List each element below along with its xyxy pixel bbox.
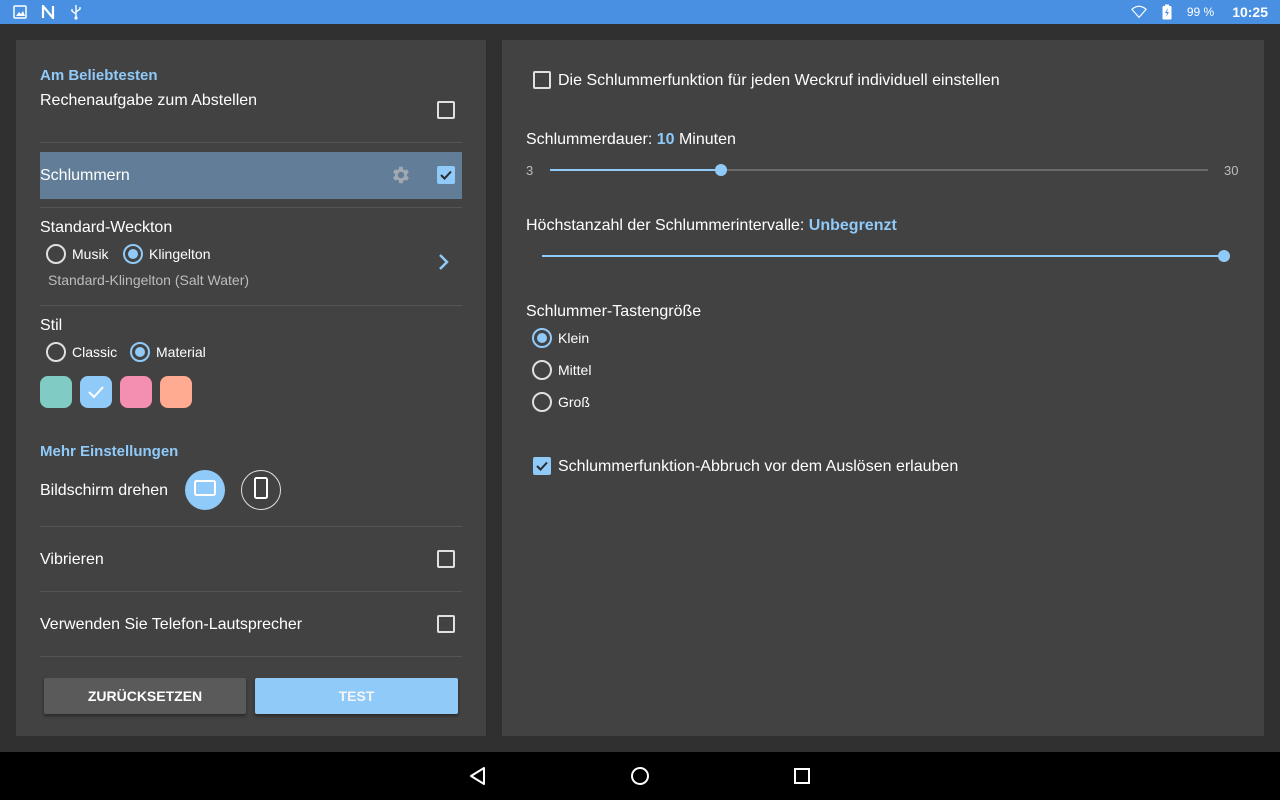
snooze-duration-prefix: Schlummerdauer: <box>526 131 657 148</box>
math-task-label: Rechenaufgabe zum Abstellen <box>40 92 258 109</box>
usb-icon <box>68 4 84 20</box>
home-icon[interactable] <box>628 764 652 788</box>
color-swatch-blue[interactable] <box>80 376 112 408</box>
radio-music[interactable] <box>46 244 66 264</box>
back-icon[interactable] <box>466 764 490 788</box>
radio-ringtone[interactable] <box>123 244 143 264</box>
divider <box>40 591 462 592</box>
status-bar: 99 % 10:25 <box>0 0 1280 24</box>
battery-charging-icon <box>1159 4 1175 20</box>
portrait-icon <box>254 476 268 504</box>
radio-size-medium-label: Mittel <box>558 362 592 378</box>
radio-size-large[interactable] <box>532 392 552 412</box>
left-settings-panel: Am Beliebtesten Rechenaufgabe zum Abstel… <box>16 40 486 736</box>
right-snooze-panel: Die Schlummerfunktion für jeden Weckruf … <box>502 40 1264 736</box>
button-size-title: Schlummer-Tastengröße <box>526 303 702 320</box>
chevron-right-icon[interactable] <box>436 252 452 277</box>
speaker-label: Verwenden Sie Telefon-Lautsprecher <box>40 616 303 633</box>
clock: 10:25 <box>1232 4 1268 20</box>
ringtone-title: Standard-Weckton <box>40 219 173 236</box>
radio-size-small-label: Klein <box>558 330 590 346</box>
snooze-duration-label: Schlummerdauer: 10 Minuten <box>526 131 736 149</box>
radio-material[interactable] <box>130 342 150 362</box>
section-popular-title: Am Beliebtesten <box>40 67 158 84</box>
rotate-screen-label: Bildschirm drehen <box>40 482 169 499</box>
divider <box>40 656 462 657</box>
radio-classic-label: Classic <box>72 344 118 360</box>
landscape-icon <box>194 479 216 501</box>
max-intervals-slider[interactable] <box>542 250 1230 262</box>
radio-size-medium[interactable] <box>532 360 552 380</box>
snooze-duration-suffix: Minuten <box>674 131 736 148</box>
speaker-checkbox[interactable] <box>437 615 455 633</box>
divider <box>40 207 462 208</box>
snooze-row[interactable]: Schlummern <box>40 152 462 199</box>
slider-thumb[interactable] <box>1218 250 1230 262</box>
dismiss-before-label: Schlummerfunktion-Abbruch vor dem Auslös… <box>558 458 959 475</box>
test-button[interactable]: TEST <box>255 678 458 714</box>
color-swatch-pink[interactable] <box>120 376 152 408</box>
snooze-duration-slider[interactable] <box>550 164 1208 176</box>
radio-ringtone-label: Klingelton <box>149 246 211 262</box>
rotate-portrait-button[interactable] <box>241 470 281 510</box>
battery-percent: 99 % <box>1186 5 1215 19</box>
rotate-landscape-button[interactable] <box>185 470 225 510</box>
radio-classic[interactable] <box>46 342 66 362</box>
divider <box>40 142 462 143</box>
individual-snooze-label: Die Schlummerfunktion für jeden Weckruf … <box>558 72 1000 89</box>
slider-fill <box>550 169 721 171</box>
reset-button[interactable]: ZURÜCKSETZEN <box>44 678 246 714</box>
dismiss-before-checkbox[interactable] <box>533 457 551 475</box>
divider <box>40 526 462 527</box>
slider-fill <box>542 255 1224 257</box>
max-intervals-prefix: Höchstanzahl der Schlummerintervalle: <box>526 217 809 234</box>
gear-icon[interactable] <box>390 164 412 191</box>
radio-music-label: Musik <box>72 246 109 262</box>
max-intervals-value: Unbegrenzt <box>808 217 897 234</box>
duration-max-label: 30 <box>1224 163 1239 178</box>
color-swatch-orange[interactable] <box>160 376 192 408</box>
radio-material-label: Material <box>156 344 206 360</box>
snooze-label: Schlummern <box>40 167 130 184</box>
max-intervals-label: Höchstanzahl der Schlummerintervalle: Un… <box>526 217 897 235</box>
ringtone-subtitle: Standard-Klingelton (Salt Water) <box>48 272 250 288</box>
radio-size-large-label: Groß <box>558 394 590 410</box>
divider <box>40 305 462 306</box>
n-icon <box>40 4 56 20</box>
math-task-checkbox[interactable] <box>437 101 455 119</box>
individual-snooze-checkbox[interactable] <box>533 71 551 89</box>
style-title: Stil <box>40 317 63 334</box>
slider-thumb[interactable] <box>715 164 727 176</box>
radio-size-small[interactable] <box>532 328 552 348</box>
wifi-icon <box>1130 4 1147 20</box>
check-icon <box>87 384 105 405</box>
snooze-checkbox[interactable] <box>437 166 455 184</box>
image-icon <box>12 4 28 20</box>
snooze-duration-value: 10 <box>656 131 675 148</box>
recents-icon[interactable] <box>790 764 814 788</box>
navigation-bar <box>0 752 1280 800</box>
color-swatch-teal[interactable] <box>40 376 72 408</box>
duration-min-label: 3 <box>526 163 534 178</box>
vibrate-checkbox[interactable] <box>437 550 455 568</box>
section-more-title: Mehr Einstellungen <box>40 443 179 460</box>
vibrate-label: Vibrieren <box>40 551 104 568</box>
